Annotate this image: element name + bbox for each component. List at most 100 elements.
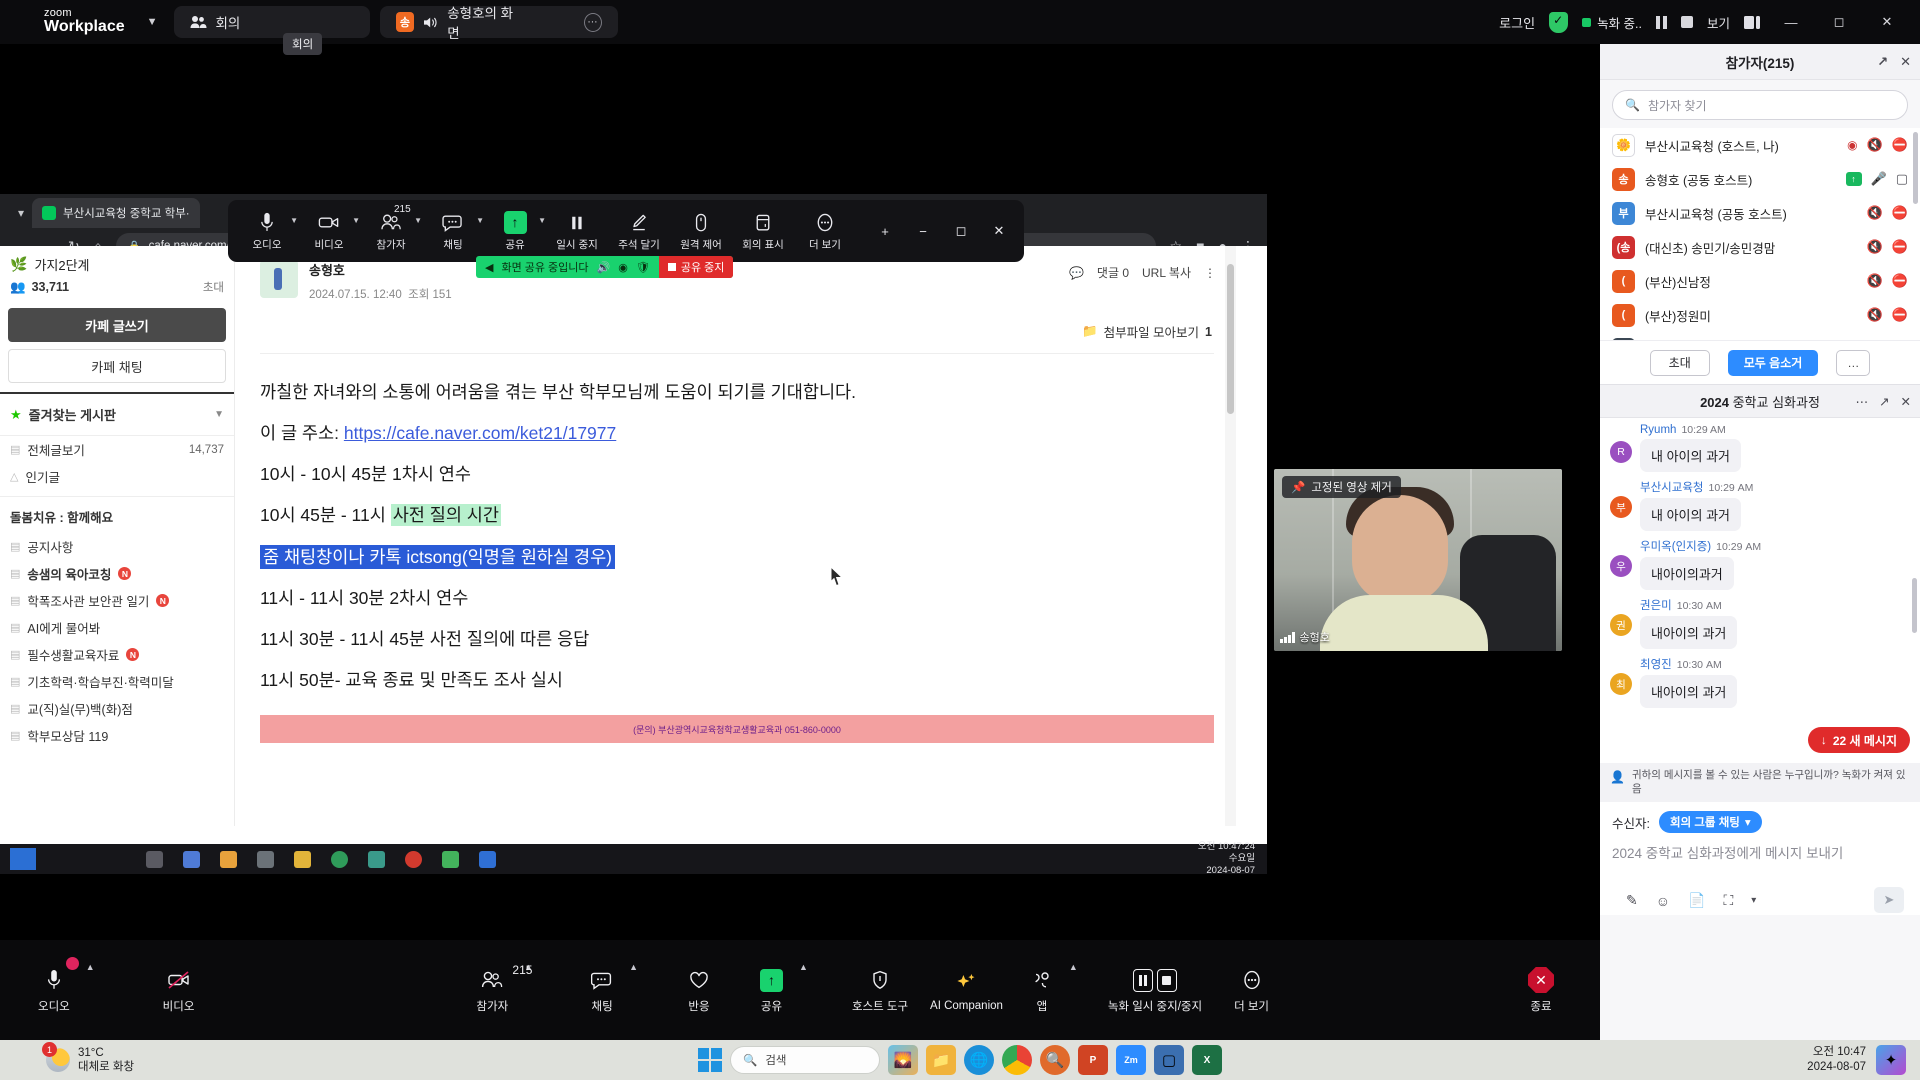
- chevron-up-icon[interactable]: ▲: [789, 962, 818, 972]
- toolbar-camera-off[interactable]: 비디오: [157, 957, 201, 1023]
- toolbar-record-pause-stop[interactable]: 녹화 일시 중지/중지: [1102, 957, 1208, 1023]
- taskbar-ppt-icon[interactable]: P: [1078, 1045, 1108, 1075]
- taskbar-widgets-icon[interactable]: 🌄: [888, 1045, 918, 1075]
- stop-share-button[interactable]: 공유 중지: [658, 256, 734, 278]
- microphone-muted-icon[interactable]: 🔇: [1867, 137, 1883, 153]
- board-item[interactable]: ▤ AI에게 물어봐: [0, 614, 234, 641]
- participant-row[interactable]: (송 (대신초) 송민기/송민경맘 🔇 ⛔: [1600, 230, 1920, 264]
- taskbar-explorer-icon[interactable]: 📁: [926, 1045, 956, 1075]
- share-zoom-out-button[interactable]: −: [906, 224, 940, 239]
- board-item[interactable]: ▤ 학부모상담 119: [0, 722, 234, 749]
- window-minimize-button[interactable]: —: [1774, 15, 1808, 30]
- login-link[interactable]: 로그인: [1499, 13, 1535, 32]
- microphone-icon[interactable]: 🎤: [1871, 171, 1887, 187]
- taskbar-edge-icon[interactable]: 🌐: [964, 1045, 994, 1075]
- taskbar-icon-7[interactable]: [442, 850, 459, 868]
- camera-icon[interactable]: ▢: [1896, 171, 1908, 187]
- share-audio-icon[interactable]: 🔊: [597, 261, 611, 274]
- microphone-muted-icon[interactable]: 🔇: [1867, 307, 1883, 323]
- toolbar-ai-sparkle[interactable]: AI Companion: [924, 957, 1009, 1023]
- tab-screenshare[interactable]: 송 송형호의 화면 ⋯: [379, 6, 618, 41]
- camera-off-icon[interactable]: ⛔: [1892, 307, 1908, 323]
- board-item[interactable]: ▤ 필수생활교육자료 N: [0, 641, 234, 668]
- chevron-down-icon[interactable]: ▼: [538, 216, 546, 225]
- window-close-button[interactable]: ✕: [1870, 14, 1904, 30]
- search-input[interactable]: 🔍 참가자 찾기: [1612, 90, 1908, 120]
- popout-icon[interactable]: ↗: [1877, 54, 1888, 70]
- page-scrollbar-vertical[interactable]: [1225, 246, 1236, 826]
- share-record-icon[interactable]: ◉: [618, 261, 628, 274]
- browser-tab[interactable]: 부산시교육청 중학교 학부·: [32, 198, 200, 228]
- taskbar-icon-5[interactable]: [294, 850, 311, 868]
- favorites-header[interactable]: ★ 즐겨찾는 게시판 ▼: [0, 394, 234, 436]
- float-control-chat[interactable]: 채팅 ▼: [422, 202, 484, 260]
- share-shield-icon[interactable]: 🛡: [636, 261, 650, 274]
- chat-input[interactable]: 2024 중학교 심화과정에게 메시지 보내기: [1612, 842, 1908, 862]
- chat-messages[interactable]: R Ryumh 10:29 AM 내 아이의 과거 부 부산시교육청 10:29 A…: [1600, 418, 1920, 763]
- more-dots-icon[interactable]: ⋯: [583, 12, 602, 32]
- toolbar-microphone[interactable]: 오디오: [32, 957, 79, 1023]
- taskbar-search2-icon[interactable]: 🔍: [1040, 1045, 1070, 1075]
- taskbar-clock[interactable]: 오전 10:47 2024-08-07: [1807, 1045, 1866, 1075]
- toolbar-chat[interactable]: 채팅: [585, 957, 619, 1023]
- chevron-down-icon[interactable]: ▼: [290, 216, 298, 225]
- end-meeting-button[interactable]: ✕ 종료: [1522, 957, 1560, 1023]
- chevron-up-icon[interactable]: ▲: [1059, 962, 1088, 972]
- emoji-icon[interactable]: ☺: [1656, 893, 1670, 909]
- taskbar-icon-8[interactable]: [479, 850, 496, 868]
- participant-row[interactable]: . .. 🔇⛔: [1600, 332, 1920, 340]
- toolbar-host-tools-shield[interactable]: 호스트 도구: [846, 957, 914, 1023]
- camera-off-icon[interactable]: ⛔: [1892, 239, 1908, 255]
- float-control-camera[interactable]: 비디오 ▼: [298, 202, 361, 260]
- chat-more-icon[interactable]: ⋯: [1856, 394, 1869, 409]
- cafe-chat-button[interactable]: 카페 채팅: [8, 349, 226, 383]
- chevron-down-icon[interactable]: ▼: [476, 216, 484, 225]
- board-all-posts[interactable]: ▤ 전체글보기 14,737: [0, 436, 234, 463]
- float-control-show-meeting[interactable]: 회의 표시: [732, 202, 794, 260]
- float-control-share-screen[interactable]: ↑ 공유 ▼: [484, 202, 546, 260]
- send-icon[interactable]: ➤: [1874, 887, 1904, 914]
- microphone-muted-icon[interactable]: 🔇: [1867, 205, 1883, 221]
- toolbar-more-dots[interactable]: 더 보기: [1228, 957, 1275, 1023]
- participants-scrollbar[interactable]: [1913, 132, 1918, 204]
- toolbar-share-screen[interactable]: ↑ 공유: [754, 957, 789, 1023]
- share-restore-button[interactable]: ◻: [944, 223, 978, 239]
- post-comments[interactable]: 댓글 0: [1097, 264, 1129, 281]
- chat-popout-icon[interactable]: ↗: [1879, 394, 1889, 409]
- tab-list-chevron-icon[interactable]: ▾: [18, 206, 24, 220]
- board-item[interactable]: ▤ 송샘의 육아코칭 N: [0, 560, 234, 587]
- taskbar-window-icon[interactable]: ▢: [1154, 1045, 1184, 1075]
- taskbar-weather-widget[interactable]: 1 31°C 대체로 화창: [42, 1042, 134, 1075]
- layout-icon[interactable]: [1744, 15, 1760, 29]
- camera-off-icon[interactable]: ⛔: [1892, 205, 1908, 221]
- float-control-pause[interactable]: 일시 중지: [546, 202, 608, 260]
- mute-all-button[interactable]: 모두 음소거: [1727, 349, 1819, 376]
- attachments-row[interactable]: 📁 첨부파일 모아보기 1: [236, 302, 1238, 341]
- microphone-muted-icon[interactable]: 🔇: [1867, 273, 1883, 289]
- share-zoom-in-button[interactable]: +: [868, 224, 902, 239]
- post-link[interactable]: https://cafe.naver.com/ket21/17977: [344, 423, 616, 443]
- start-button[interactable]: [698, 1048, 722, 1072]
- post-more-icon[interactable]: ⋮: [1204, 266, 1216, 280]
- participant-row[interactable]: 🌼 부산시교육청 (호스트, 나) ◉ 🔇 ⛔: [1600, 128, 1920, 162]
- chat-recipient-dropdown[interactable]: 회의 그룹 채팅 ▾: [1658, 811, 1762, 834]
- share-close-button[interactable]: ✕: [982, 223, 1016, 239]
- participants-more-button[interactable]: …: [1836, 349, 1871, 376]
- float-control-more-dots[interactable]: 더 보기: [794, 202, 856, 260]
- taskbar-zoom-icon[interactable]: Zm: [1116, 1045, 1146, 1075]
- invite-link[interactable]: 초대: [203, 279, 224, 295]
- board-popular[interactable]: △ 인기글: [0, 463, 234, 490]
- post-url-copy[interactable]: URL 복사: [1142, 264, 1191, 281]
- file-icon[interactable]: 📄: [1688, 892, 1705, 909]
- taskbar-icon-1[interactable]: [146, 850, 163, 868]
- chevron-up-icon[interactable]: ▲: [76, 962, 105, 972]
- taskbar-icon-4[interactable]: [257, 850, 274, 868]
- board-item[interactable]: ▤ 학폭조사관 보안관 일기 N: [0, 587, 234, 614]
- board-item[interactable]: ▤ 교(직)실(무)백(화)점: [0, 695, 234, 722]
- board-item[interactable]: ▤ 공지사항: [0, 533, 234, 560]
- new-messages-button[interactable]: ↓ 22 새 메시지: [1807, 727, 1910, 753]
- cafe-write-button[interactable]: 카페 글쓰기: [8, 308, 226, 342]
- participant-row[interactable]: 송 송형호 (공동 호스트) ↑ 🎤 ▢: [1600, 162, 1920, 196]
- float-control-annotate-pen[interactable]: 주석 달기: [608, 202, 670, 260]
- toolbar-reactions-heart[interactable]: 반응: [682, 957, 716, 1023]
